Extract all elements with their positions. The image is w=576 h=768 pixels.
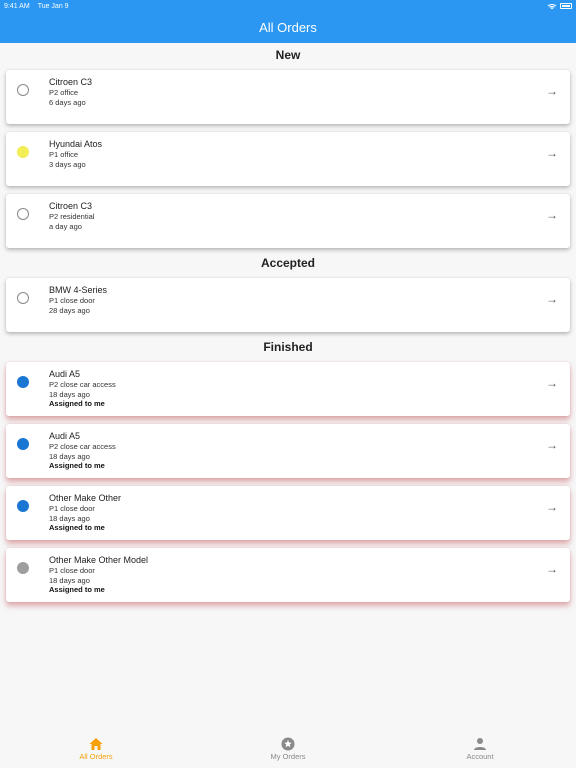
arrow-right-icon[interactable]: → <box>546 376 558 390</box>
status-dot <box>17 562 29 574</box>
order-title: BMW 4-Series <box>49 285 108 295</box>
arrow-right-icon[interactable]: → <box>546 292 558 306</box>
person-icon <box>474 738 486 750</box>
order-info: Hyundai Atos P1 office 3 days ago <box>49 138 102 169</box>
order-priority: P2 office <box>49 88 79 97</box>
order-card[interactable]: Citroen C3 P2 office 6 days ago → <box>6 70 570 124</box>
status-dot <box>17 438 29 450</box>
order-priority: P2 residential <box>49 212 95 221</box>
status-dot <box>17 500 29 512</box>
section-title-new: New <box>275 48 301 62</box>
bottom-nav: All Orders My Orders Account <box>0 730 576 768</box>
order-age: 18 days ago <box>49 575 90 585</box>
page-title: All Orders <box>259 20 317 35</box>
star-icon <box>281 737 295 751</box>
order-title: Other Make Other Model <box>49 555 149 565</box>
order-priority: P1 close door <box>49 504 95 513</box>
order-title: Other Make Other <box>49 493 122 503</box>
order-info: Audi A5 P2 close car access 18 days ago … <box>49 430 116 471</box>
status-dot <box>17 208 29 220</box>
order-title: Citroen C3 <box>49 77 93 87</box>
order-info: Audi A5 P2 close car access 18 days ago … <box>49 368 116 409</box>
order-title: Audi A5 <box>49 369 81 379</box>
arrow-right-icon[interactable]: → <box>546 438 558 452</box>
status-dot <box>17 376 29 388</box>
order-card[interactable]: Hyundai Atos P1 office 3 days ago → <box>6 132 570 186</box>
battery-icon <box>560 3 572 9</box>
order-assigned: Assigned to me <box>49 585 105 594</box>
order-age: 18 days ago <box>49 389 90 399</box>
arrow-right-icon[interactable]: → <box>546 562 558 576</box>
arrow-right-icon[interactable]: → <box>546 146 558 160</box>
app-bar: All Orders <box>0 12 576 43</box>
order-info: Other Make Other Model P1 close door 18 … <box>49 554 148 595</box>
order-card[interactable]: Audi A5 P2 close car access 18 days ago … <box>6 362 570 416</box>
order-assigned: Assigned to me <box>49 461 105 470</box>
arrow-right-icon[interactable]: → <box>546 84 558 98</box>
home-icon <box>89 738 103 750</box>
order-age: a day ago <box>49 221 82 231</box>
order-priority: P2 close car access <box>49 380 116 389</box>
wifi-icon <box>547 3 557 9</box>
section-title-finished: Finished <box>263 340 313 354</box>
order-priority: P1 close door <box>49 296 95 305</box>
status-date: Tue Jan 9 <box>37 2 69 10</box>
arrow-right-icon[interactable]: → <box>546 500 558 514</box>
order-assigned: Assigned to me <box>49 399 105 408</box>
order-title: Audi A5 <box>49 431 81 441</box>
order-info: BMW 4-Series P1 close door 28 days ago <box>49 284 107 315</box>
order-title: Hyundai Atos <box>49 139 103 149</box>
order-priority: P2 close car access <box>49 442 116 451</box>
status-dot <box>17 146 29 158</box>
nav-tab-all-orders[interactable]: All Orders <box>0 730 192 768</box>
order-info: Citroen C3 P2 residential a day ago <box>49 200 94 231</box>
nav-tab-account[interactable]: Account <box>384 730 576 768</box>
nav-label-account: Account <box>466 752 494 761</box>
order-age: 28 days ago <box>49 305 90 315</box>
status-dot <box>17 84 29 96</box>
status-dot <box>17 292 29 304</box>
order-title: Citroen C3 <box>49 201 93 211</box>
order-age: 18 days ago <box>49 513 90 523</box>
status-time: 9:41 AM <box>4 2 30 10</box>
arrow-right-icon[interactable]: → <box>546 208 558 222</box>
order-priority: P1 office <box>49 150 79 159</box>
order-priority: P1 close door <box>49 566 95 575</box>
order-info: Citroen C3 P2 office 6 days ago <box>49 76 92 107</box>
order-age: 18 days ago <box>49 451 90 461</box>
status-right <box>547 3 572 10</box>
order-card[interactable]: Citroen C3 P2 residential a day ago → <box>6 194 570 248</box>
section-title-accepted: Accepted <box>260 256 316 270</box>
order-card[interactable]: Audi A5 P2 close car access 18 days ago … <box>6 424 570 478</box>
order-age: 6 days ago <box>49 97 86 107</box>
order-card[interactable]: BMW 4-Series P1 close door 28 days ago → <box>6 278 570 332</box>
order-info: Other Make Other P1 close door 18 days a… <box>49 492 121 533</box>
order-card[interactable]: Other Make Other Model P1 close door 18 … <box>6 548 570 602</box>
nav-label-all-orders: All Orders <box>79 752 113 761</box>
status-bar: 9:41 AM Tue Jan 9 <box>0 0 576 12</box>
order-card[interactable]: Other Make Other P1 close door 18 days a… <box>6 486 570 540</box>
order-age: 3 days ago <box>49 159 86 169</box>
order-assigned: Assigned to me <box>49 523 105 532</box>
nav-label-my-orders: My Orders <box>270 752 306 761</box>
nav-tab-my-orders[interactable]: My Orders <box>192 730 384 768</box>
